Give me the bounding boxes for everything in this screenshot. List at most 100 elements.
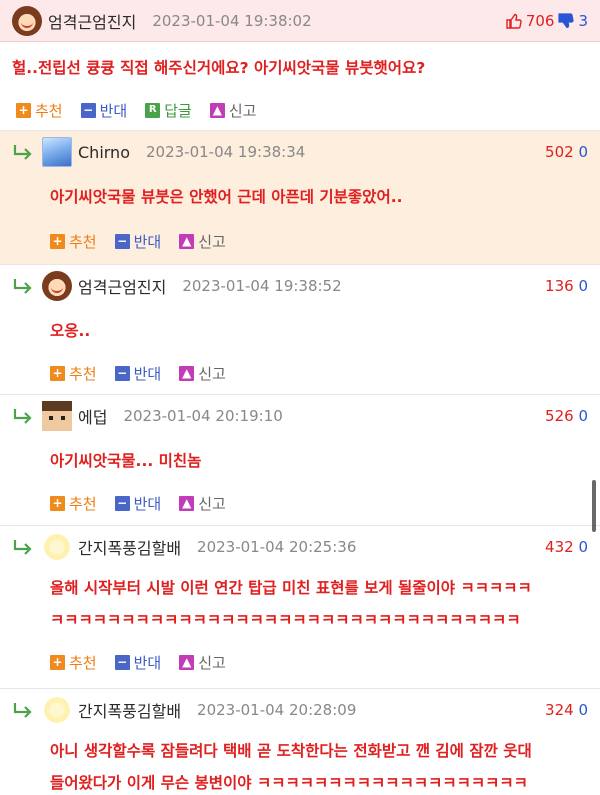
siren-icon: ▲ — [179, 233, 195, 249]
report-button[interactable]: ▲ 신고 — [179, 493, 226, 514]
comment-date: 2023-01-04 19:38:34 — [145, 143, 306, 161]
comment-item: Chirno 2023-01-04 19:38:34 502 0 아기씨앗국물 … — [0, 130, 600, 264]
report-label: 신고 — [228, 101, 257, 120]
plus-icon: + — [16, 102, 31, 118]
recommend-label: 추천 — [69, 364, 97, 383]
recommend-label: 추천 — [69, 494, 97, 513]
commenter-nickname[interactable]: 간지폭풍김할배 — [78, 535, 181, 559]
siren-icon: ▲ — [209, 102, 225, 118]
commenter-nickname[interactable]: 에덥 — [78, 404, 107, 428]
report-button[interactable]: ▲ 신고 — [179, 363, 226, 384]
comment-date: 2023-01-04 19:38:52 — [182, 277, 342, 295]
post-date: 2023-01-04 19:38:02 — [152, 11, 312, 30]
siren-icon: ▲ — [179, 365, 195, 381]
down-count: 3 — [578, 11, 588, 30]
comment-down-count: 0 — [578, 277, 588, 295]
oppose-button[interactable]: − 반대 — [80, 100, 127, 121]
siren-icon: ▲ — [179, 654, 195, 670]
minus-icon: − — [114, 654, 130, 670]
oppose-button[interactable]: − 반대 — [114, 493, 162, 514]
comment-line: ㅋㅋㅋㅋㅋㅋㅋㅋㅋㅋㅋㅋㅋㅋㅋㅋㅋㅋㅋㅋㅋㅋㅋㅋㅋㅋㅋㅋㅋㅋㅋㅋㅋ — [50, 611, 521, 629]
reply-arrow-icon — [13, 540, 32, 555]
recommend-button[interactable]: + 추천 — [50, 493, 97, 514]
comment-header: Chirno 2023-01-04 19:38:34 502 0 — [12, 131, 588, 173]
commenter-avatar[interactable] — [42, 137, 72, 167]
reply-arrow-icon — [13, 409, 32, 424]
comment-line: 아기씨앗국물... 미친놈 — [50, 452, 202, 470]
oppose-label: 반대 — [133, 494, 162, 513]
report-label: 신고 — [198, 653, 226, 672]
oppose-button[interactable]: − 반대 — [114, 652, 162, 673]
comment-actions: + 추천 − 반대 ▲ 신고 — [12, 221, 588, 261]
comment-text: 올해 시작부터 시발 이런 연간 탑급 미친 표현를 보게 될줄이야 ㅋㅋㅋㅋㅋ… — [12, 568, 588, 636]
comment-up-count: 502 — [545, 143, 574, 161]
comment-line: 올해 시작부터 시발 이런 연간 탑급 미친 표현를 보게 될줄이야 ㅋㅋㅋㅋㅋ — [50, 579, 532, 597]
comment-text: 아니 생각할수록 잠들려다 택배 곧 도착한다는 전화받고 깬 김에 잠깐 웃대… — [12, 731, 588, 795]
recommend-label: 추천 — [35, 101, 63, 120]
reply-label: 답글 — [164, 101, 192, 120]
minus-icon: − — [80, 102, 96, 118]
commenter-nickname[interactable]: Chirno — [78, 143, 130, 162]
comment-actions: + 추천 − 반대 ▲ 신고 — [12, 642, 588, 682]
recommend-button[interactable]: + 추천 — [16, 100, 63, 121]
report-button[interactable]: ▲ 신고 — [179, 652, 226, 673]
minus-icon: − — [114, 233, 130, 249]
recommend-button[interactable]: + 추천 — [50, 652, 97, 673]
comment-actions: + 추천 − 반대 ▲ 신고 — [12, 483, 588, 523]
comment-date: 2023-01-04 20:28:09 — [197, 701, 357, 719]
reply-arrow-icon — [13, 703, 32, 718]
oppose-label: 반대 — [133, 653, 162, 672]
comment-header: 에덥 2023-01-04 20:19:10 526 0 — [12, 395, 588, 437]
comment-up-count: 432 — [545, 538, 574, 556]
comment-item: 엄격근엄진지 2023-01-04 19:38:52 136 0 오옹.. + 추… — [0, 264, 600, 394]
oppose-label: 반대 — [133, 232, 162, 251]
comment-votes: 526 0 — [545, 407, 588, 425]
report-label: 신고 — [198, 364, 226, 383]
thumbs-down-icon[interactable] — [558, 12, 575, 29]
up-count: 706 — [525, 11, 555, 30]
report-button[interactable]: ▲ 신고 — [209, 100, 257, 121]
commenter-nickname[interactable]: 간지폭풍김할배 — [78, 698, 181, 722]
comment-text: 아기씨앗국물... 미친놈 — [12, 437, 588, 477]
commenter-avatar[interactable] — [42, 401, 72, 431]
comment-item: 에덥 2023-01-04 20:19:10 526 0 아기씨앗국물... 미… — [0, 394, 600, 525]
minus-icon: − — [114, 365, 130, 381]
report-button[interactable]: ▲ 신고 — [179, 231, 226, 252]
thumbs-up-icon[interactable] — [506, 13, 522, 29]
oppose-button[interactable]: − 반대 — [114, 231, 162, 252]
plus-icon: + — [50, 365, 65, 381]
comment-up-count: 136 — [545, 277, 574, 295]
author-avatar[interactable] — [12, 5, 42, 36]
recommend-button[interactable]: + 추천 — [50, 363, 97, 384]
comment-votes: 502 0 — [545, 143, 588, 161]
comment-up-count: 526 — [545, 407, 574, 425]
oppose-button[interactable]: − 반대 — [114, 363, 161, 384]
comment-votes: 136 0 — [545, 277, 588, 295]
recommend-label: 추천 — [69, 232, 97, 251]
comment-line: 들어왔다가 이게 무슨 봉변이야 ㅋㅋㅋㅋㅋㅋㅋㅋㅋㅋㅋㅋㅋㅋㅋㅋㅋㅋㅋ — [50, 774, 528, 792]
plus-icon: + — [50, 233, 65, 249]
report-label: 신고 — [198, 232, 226, 251]
reply-arrow-icon — [13, 279, 32, 294]
post-content: 헐..전립선 큥큥 직접 해주신거에요? 아기씨앗국물 뷰붓햇어요? — [12, 59, 426, 77]
report-label: 신고 — [198, 494, 226, 513]
commenter-avatar[interactable] — [42, 271, 72, 301]
comment-item: 간지폭풍김할배 2023-01-04 20:25:36 432 0 올해 시작부… — [0, 525, 600, 688]
recommend-button[interactable]: + 추천 — [50, 231, 97, 252]
comment-up-count: 324 — [545, 701, 574, 719]
comment-line: 아기씨앗국물 뷰붓은 안했어 근데 아픈데 기분좋았어.. — [50, 188, 403, 206]
comment-down-count: 0 — [578, 538, 588, 556]
comment-line: 아니 생각할수록 잠들려다 택배 곧 도착한다는 전화받고 깬 김에 잠깐 웃대 — [50, 742, 532, 760]
reply-button[interactable]: R 답글 — [145, 100, 192, 121]
commenter-nickname[interactable]: 엄격근엄진지 — [78, 274, 166, 298]
reply-icon: R — [145, 102, 161, 118]
post-actions: + 추천 − 반대 R 답글 ▲ 신고 — [0, 90, 600, 130]
plus-icon: + — [50, 495, 65, 511]
commenter-avatar[interactable] — [42, 532, 72, 562]
scrollbar[interactable] — [592, 480, 596, 532]
author-nickname[interactable]: 엄격근엄진지 — [48, 9, 136, 33]
minus-icon: − — [114, 495, 130, 511]
commenter-avatar[interactable] — [42, 695, 72, 725]
comment-actions: + 추천 − 반대 ▲ 신고 — [12, 353, 588, 393]
comment-date: 2023-01-04 20:25:36 — [197, 538, 357, 556]
